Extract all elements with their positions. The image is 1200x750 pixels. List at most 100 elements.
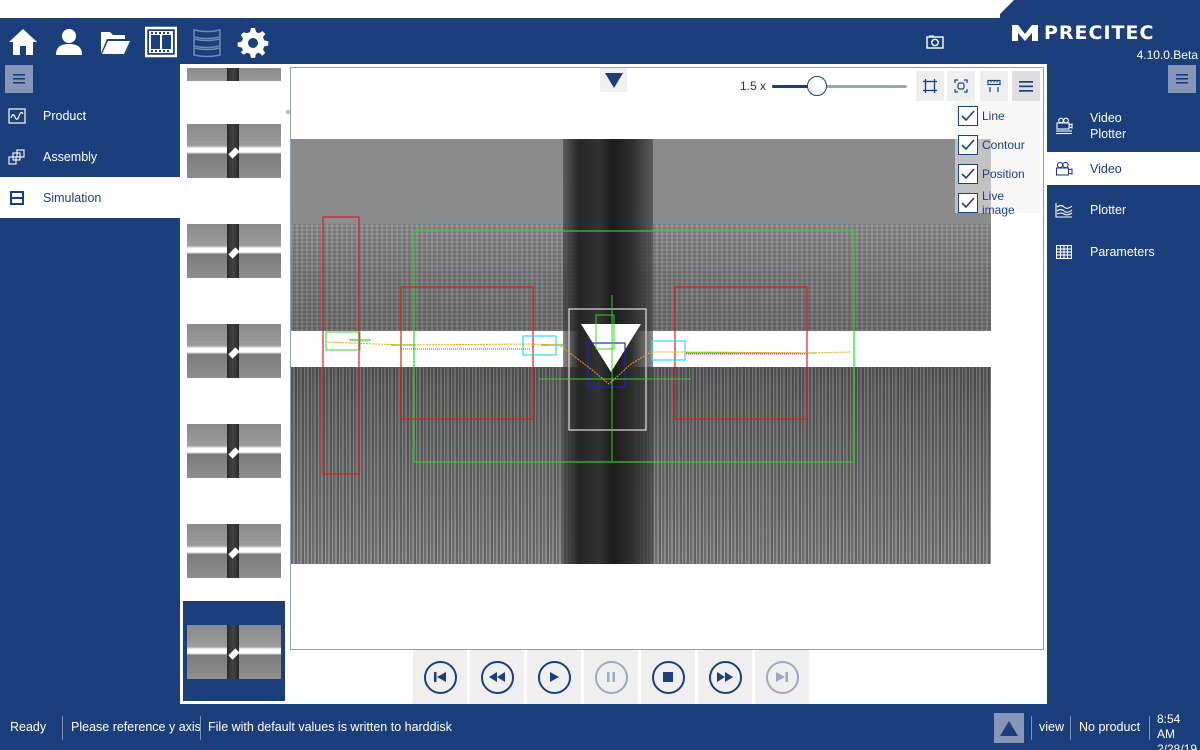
- simulation-icon: [8, 190, 26, 206]
- rewind-button[interactable]: [470, 650, 524, 704]
- fit-frame-icon: [923, 79, 937, 93]
- status-separator: [62, 716, 63, 740]
- zoom-slider-handle[interactable]: [806, 76, 827, 96]
- assembly-icon: [8, 148, 26, 165]
- thumbnail[interactable]: [187, 524, 281, 578]
- collapse-toolbar-button[interactable]: [600, 68, 627, 92]
- camera-icon[interactable]: [926, 34, 944, 49]
- option-label: Live image: [982, 188, 1015, 217]
- left-menu-button[interactable]: [5, 65, 33, 93]
- title-diagonal: [996, 0, 1014, 18]
- analysis-overlay: [322, 216, 855, 475]
- player-controls: [413, 650, 812, 704]
- plotter-icon: [1055, 201, 1073, 219]
- brand-logo: PRECITEC: [1012, 22, 1154, 44]
- option-label: Contour: [982, 137, 1025, 152]
- laser-line-trace: [326, 341, 852, 385]
- thumbnail-strip[interactable]: [182, 64, 286, 704]
- stop-icon: [663, 672, 673, 682]
- left-nav: Product Assembly Simulation: [0, 95, 180, 218]
- layers-icon[interactable]: [184, 20, 230, 64]
- checkbox[interactable]: [958, 192, 978, 213]
- overlay-option-position[interactable]: Position: [955, 159, 1040, 188]
- thumbnail[interactable]: [187, 224, 281, 278]
- thumbnail[interactable]: [187, 124, 281, 178]
- rnav-label: Plotter: [1090, 203, 1127, 217]
- pause-button[interactable]: [584, 650, 638, 704]
- option-label: Position: [982, 166, 1025, 181]
- overlay-option-line[interactable]: Line: [955, 101, 1040, 130]
- roi-left-vertical: [322, 216, 360, 475]
- roi-cyan-right: [651, 340, 686, 361]
- thumbnail[interactable]: [187, 324, 281, 378]
- rnav-item-video-plotter[interactable]: Video Plotter: [1047, 100, 1200, 152]
- fit-frame-button[interactable]: [916, 71, 944, 101]
- skip-to-start-icon: [434, 672, 446, 682]
- rewind-icon: [489, 672, 505, 682]
- roi-center-green-small: [595, 314, 615, 350]
- menu-icon: [1176, 74, 1188, 84]
- nav-item-simulation[interactable]: Simulation: [0, 177, 180, 218]
- home-icon[interactable]: [0, 20, 46, 64]
- checkbox[interactable]: [958, 163, 978, 184]
- main-toolbar: [0, 20, 900, 64]
- fast-forward-icon: [717, 672, 733, 682]
- status-state: Ready: [10, 720, 47, 734]
- fast-forward-button[interactable]: [698, 650, 752, 704]
- brand-name: PRECITEC: [1044, 22, 1155, 44]
- status-product: No product: [1079, 720, 1141, 734]
- ruler-button[interactable]: [980, 71, 1008, 101]
- overlay-menu-button[interactable]: [1012, 71, 1040, 101]
- grid-icon: [1055, 243, 1073, 261]
- gear-icon[interactable]: [230, 20, 276, 64]
- live-image[interactable]: [291, 139, 991, 564]
- option-label: Line: [982, 108, 1005, 123]
- overlay-option-contour[interactable]: Contour: [955, 130, 1040, 159]
- zoom-slider[interactable]: [772, 76, 907, 96]
- rnav-item-parameters[interactable]: Parameters: [1047, 231, 1200, 273]
- menu-icon: [1019, 80, 1033, 92]
- status-message-2: File with default values is written to h…: [208, 720, 452, 734]
- thumbnail[interactable]: [187, 68, 281, 81]
- nav-label: Product: [43, 108, 87, 123]
- overlay-option-live-image[interactable]: Live image: [955, 188, 1040, 217]
- ruler-icon: [987, 79, 1001, 92]
- title-area: [0, 0, 1000, 18]
- thumbnail[interactable]: [187, 424, 281, 478]
- status-separator: [200, 716, 201, 740]
- film-icon[interactable]: [138, 20, 184, 64]
- video-camera-icon: [1055, 160, 1073, 178]
- skip-to-start-button[interactable]: [413, 650, 467, 704]
- nav-label: Assembly: [43, 149, 98, 164]
- overlay-menu: Line Contour Position Live image: [955, 101, 1040, 217]
- status-time: 8:54 AM: [1157, 712, 1181, 741]
- status-datetime: 8:54 AM 2/28/19: [1157, 712, 1200, 750]
- nav-item-product[interactable]: Product: [0, 95, 180, 136]
- stop-button[interactable]: [641, 650, 695, 704]
- video-plotter-icon: [1055, 117, 1073, 135]
- checkbox[interactable]: [958, 105, 978, 126]
- rnav-item-video[interactable]: Video: [1047, 152, 1200, 185]
- status-bar: Ready Please reference y axis File with …: [0, 704, 1200, 750]
- focus-icon: [954, 79, 968, 93]
- pause-icon: [607, 672, 615, 682]
- rnav-label: Video Plotter: [1090, 110, 1126, 142]
- check-icon: [961, 138, 975, 150]
- thumbnail-selected[interactable]: [183, 601, 285, 701]
- zoom-level-label: 1.5 x: [740, 79, 767, 93]
- expand-panel-button[interactable]: [994, 713, 1024, 743]
- rnav-item-plotter[interactable]: Plotter: [1047, 189, 1200, 231]
- triangle-up-icon: [1000, 720, 1018, 736]
- status-mode: view: [1039, 720, 1065, 734]
- folder-open-icon[interactable]: [92, 20, 138, 64]
- user-icon[interactable]: [46, 20, 92, 64]
- right-menu-button[interactable]: [1168, 65, 1196, 93]
- skip-to-end-button[interactable]: [755, 650, 809, 704]
- nav-item-assembly[interactable]: Assembly: [0, 136, 180, 177]
- roi-left-red: [400, 286, 534, 420]
- focus-button[interactable]: [947, 71, 975, 101]
- checkbox[interactable]: [958, 134, 978, 155]
- rnav-label: Video: [1090, 161, 1122, 176]
- play-button[interactable]: [527, 650, 581, 704]
- logo-mark-icon: [1012, 25, 1038, 41]
